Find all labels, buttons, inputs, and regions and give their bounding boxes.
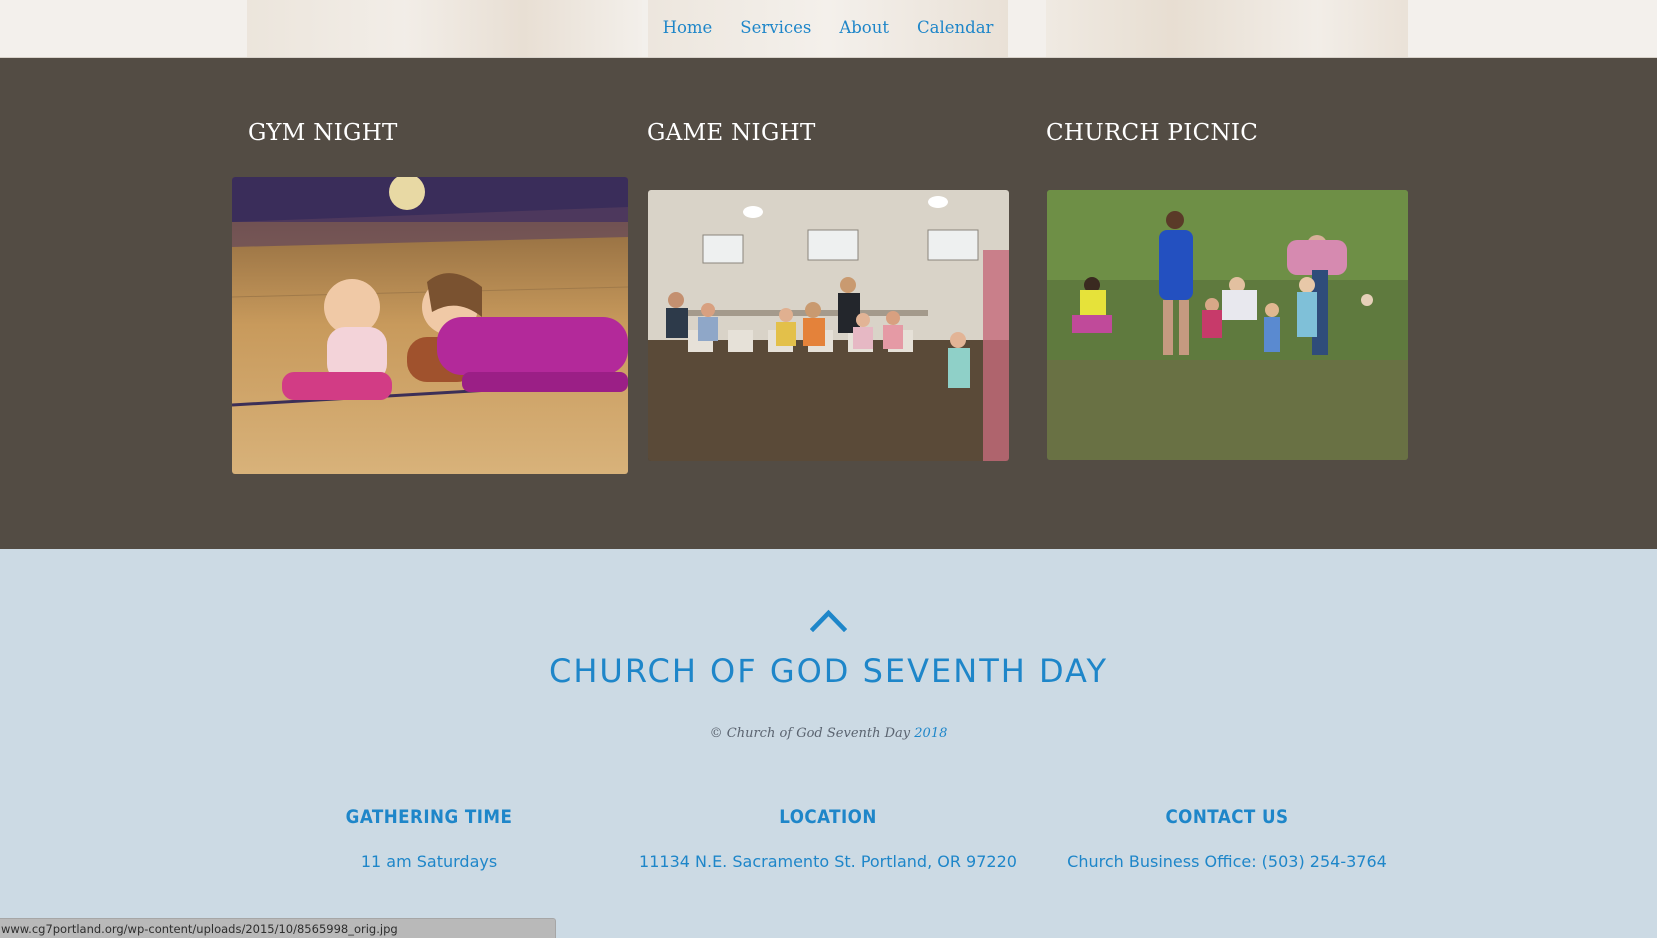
contact-column: CONTACT US Church Business Office: (503)… [1027, 806, 1427, 871]
nav-services-link[interactable]: Services [740, 18, 811, 37]
site-footer: CHURCH OF GOD SEVENTH DAY © Church of Go… [0, 549, 1657, 938]
gym-night-photo[interactable] [232, 177, 628, 474]
church-picnic-photo[interactable] [1047, 190, 1408, 460]
event-title-gym-night: GYM NIGHT [248, 120, 398, 146]
contact-heading: CONTACT US [1165, 806, 1289, 828]
location-heading: LOCATION [779, 806, 877, 828]
main-nav: Home Services About Calendar [648, 0, 1008, 54]
game-night-photo[interactable] [648, 190, 1009, 461]
copyright-year: 2018 [914, 726, 948, 741]
event-title-church-picnic: CHURCH PICNIC [1046, 120, 1259, 146]
header-background-image [247, 0, 642, 57]
chevron-up-icon[interactable] [810, 608, 847, 632]
footer-church-name: CHURCH OF GOD SEVENTH DAY [549, 652, 1108, 690]
top-nav-bar: Home Services About Calendar [0, 0, 1657, 58]
copyright-prefix: © Church of God Seventh Day [709, 726, 915, 741]
location-text: 11134 N.E. Sacramento St. Portland, OR 9… [639, 852, 1017, 871]
contact-text: Church Business Office: (503) 254-3764 [1067, 852, 1387, 871]
location-column: LOCATION 11134 N.E. Sacramento St. Portl… [628, 806, 1028, 871]
copyright-text: © Church of God Seventh Day 2018 [0, 726, 1657, 741]
event-title-game-night: GAME NIGHT [647, 120, 816, 146]
nav-about-link[interactable]: About [839, 18, 889, 37]
header-background-image [1046, 0, 1408, 57]
nav-calendar-link[interactable]: Calendar [917, 18, 993, 37]
browser-status-bar: www.cg7portland.org/wp-content/uploads/2… [0, 918, 556, 938]
gathering-time-heading: GATHERING TIME [345, 806, 513, 828]
events-section: GYM NIGHT GAME NIGHT CHURCH PICNIC [0, 58, 1657, 549]
gathering-time-column: GATHERING TIME 11 am Saturdays [229, 806, 629, 871]
gathering-time-text: 11 am Saturdays [360, 852, 498, 871]
nav-home-link[interactable]: Home [663, 18, 713, 37]
